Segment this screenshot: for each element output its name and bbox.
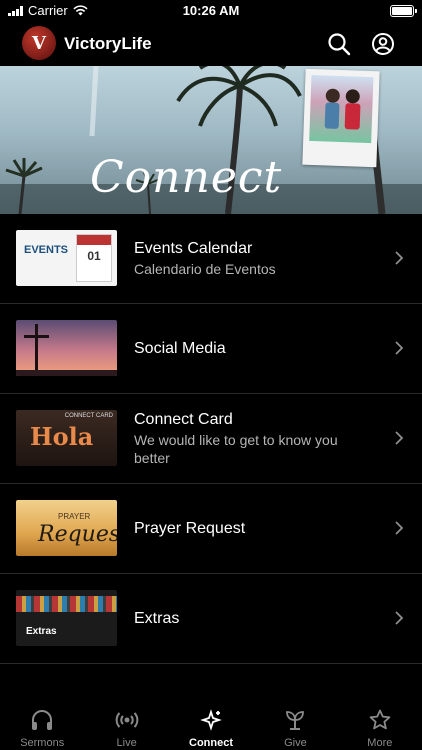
chevron-right-icon — [395, 341, 404, 355]
tab-more[interactable]: More — [338, 698, 422, 750]
tab-give[interactable]: Give — [253, 698, 337, 750]
item-subtitle: Calendario de Eventos — [134, 260, 276, 277]
chevron-right-icon — [395, 251, 404, 265]
app-header: V VictoryLife — [0, 22, 422, 66]
prayer-request-thumbnail: PRAYER Requests — [16, 500, 117, 556]
tab-live[interactable]: Live — [84, 698, 168, 750]
status-bar: Carrier 10:26 AM — [0, 0, 422, 22]
status-time: 10:26 AM — [182, 3, 240, 18]
search-icon[interactable] — [327, 32, 351, 56]
plant-icon — [286, 711, 305, 730]
polaroid-photo — [302, 68, 380, 168]
extras-thumbnail: Extras — [16, 590, 117, 646]
item-title: Extras — [134, 609, 180, 627]
item-title: Events Calendar — [134, 239, 253, 257]
item-subtitle: We would like to get to know you better — [134, 431, 338, 466]
tab-sermons[interactable]: Sermons — [0, 698, 84, 750]
tab-label: Give — [284, 737, 307, 749]
connect-card-thumbnail: CONNECT CARD Hola — [16, 410, 117, 466]
battery-icon — [390, 5, 417, 17]
hero-title: Connect — [90, 152, 283, 203]
bottom-tab-bar: Sermons Live Connect Give More — [0, 698, 422, 750]
list-item-prayer-request[interactable]: PRAYER Requests Prayer Request — [0, 484, 422, 574]
connect-hero-banner: Connect — [0, 66, 422, 214]
list-item-connect-card[interactable]: CONNECT CARD Hola Connect Card We would … — [0, 394, 422, 484]
item-title: Social Media — [134, 339, 226, 357]
broadcast-icon — [115, 712, 138, 728]
app-logo[interactable]: V — [22, 26, 56, 60]
list-item-events-calendar[interactable]: EVENTS 01 Events Calendar Calendario de … — [0, 214, 422, 304]
chevron-right-icon — [395, 611, 404, 625]
social-media-thumbnail — [16, 320, 117, 376]
tab-label: Connect — [189, 737, 234, 749]
list-item-extras[interactable]: Extras Extras — [0, 574, 422, 664]
chevron-right-icon — [395, 431, 404, 445]
app-title: VictoryLife — [64, 34, 152, 53]
headphones-icon — [32, 710, 53, 730]
item-title: Prayer Request — [134, 519, 246, 537]
chevron-right-icon — [395, 521, 404, 535]
events-thumbnail: EVENTS 01 — [16, 230, 117, 286]
sparkle-icon — [200, 709, 222, 731]
tab-label: Live — [116, 737, 137, 749]
tab-label: Sermons — [20, 737, 65, 749]
star-icon — [369, 709, 391, 730]
tab-connect[interactable]: Connect — [169, 698, 253, 750]
tab-label: More — [367, 737, 393, 749]
connect-list: EVENTS 01 Events Calendar Calendario de … — [0, 214, 422, 664]
item-title: Connect Card — [134, 410, 233, 428]
account-icon[interactable] — [371, 32, 395, 56]
list-item-social-media[interactable]: Social Media — [0, 304, 422, 394]
